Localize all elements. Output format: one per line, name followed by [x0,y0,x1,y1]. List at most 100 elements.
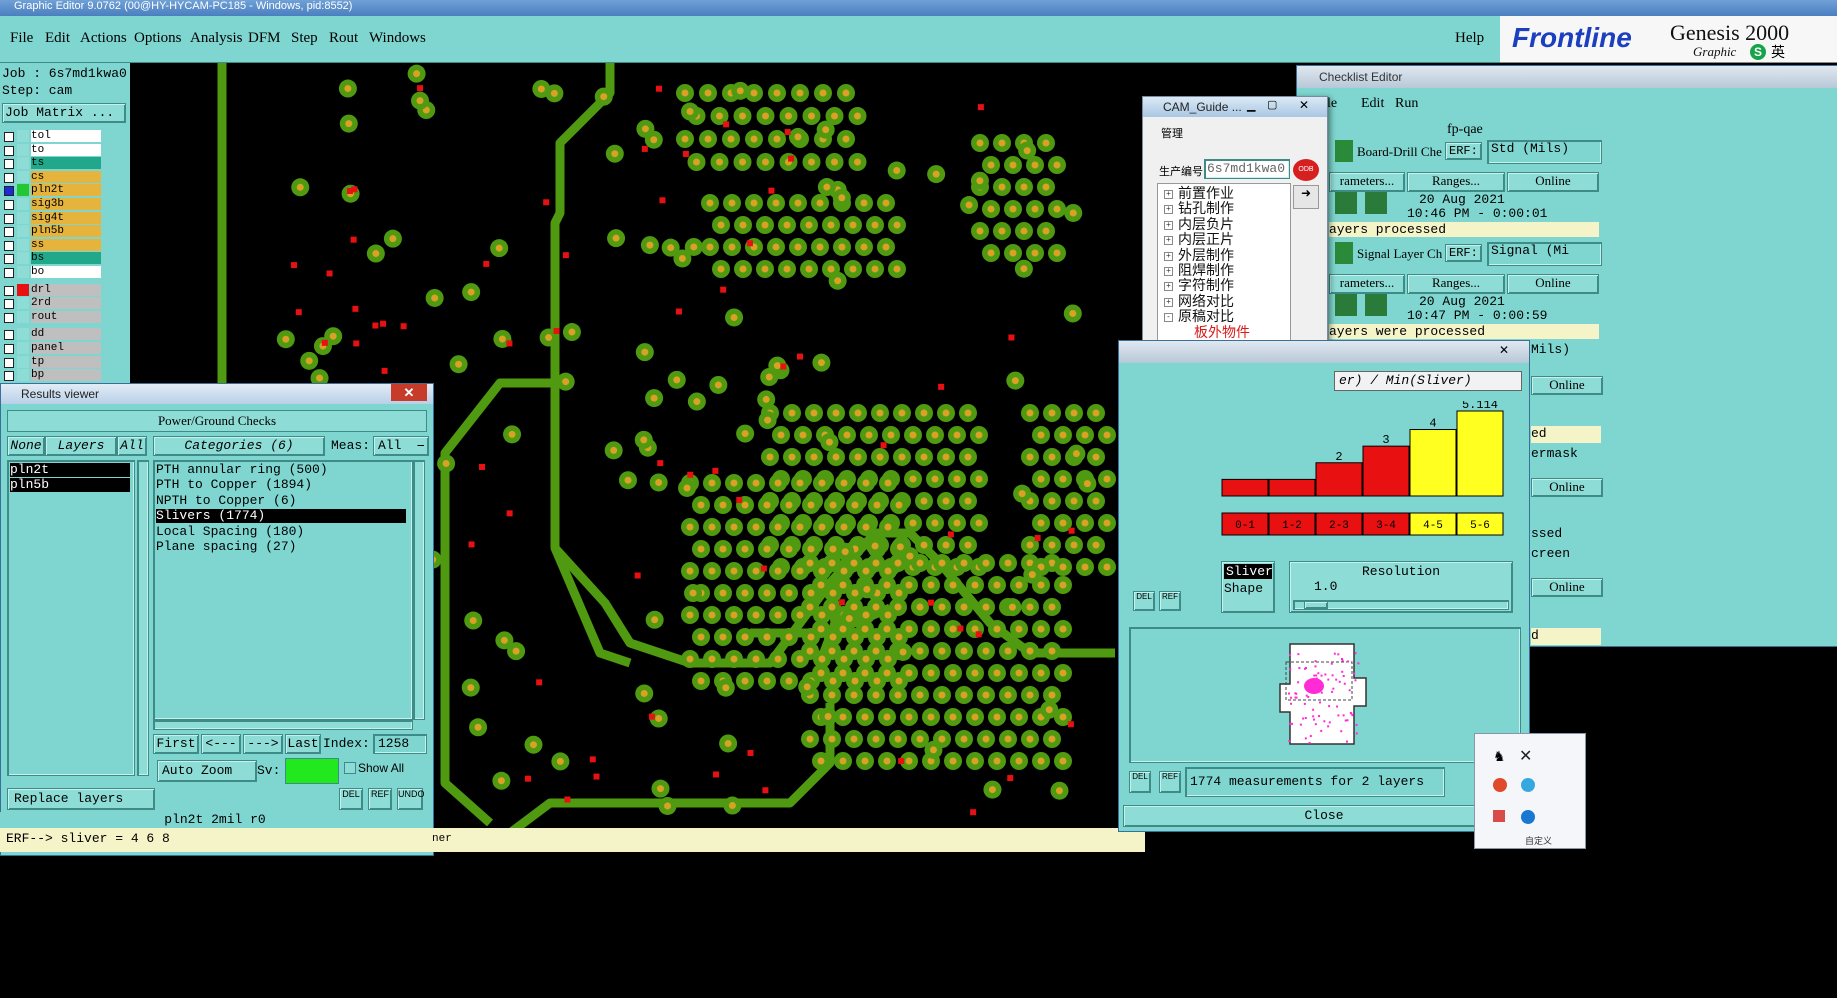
online-button[interactable]: Online [1531,578,1603,597]
ranges-button[interactable]: Ranges... [1407,172,1505,192]
layer-label[interactable]: dd [31,328,101,341]
cam-job-input[interactable]: 6s7md1kwa0 [1204,159,1290,179]
layer-row[interactable]: tp [2,355,102,369]
layer-row[interactable]: panel [2,342,102,355]
layer-row[interactable]: pln5b [2,225,102,238]
layer-row[interactable]: sig4t [2,211,102,225]
tree-item[interactable]: 钻孔制作 [1178,201,1234,217]
tray-icon-6[interactable] [1521,810,1535,824]
tree-item[interactable]: 阻焊制作 [1178,263,1234,279]
tree-item[interactable]: 前置作业 [1178,186,1234,202]
tray-icon-4[interactable] [1521,778,1535,792]
none-button[interactable]: None [7,436,45,456]
erf-value[interactable]: Std (Mils) [1487,140,1602,164]
layer-row[interactable]: ss [2,238,102,252]
ime-lang[interactable]: 英 [1771,42,1785,62]
tree-expand-icon[interactable]: - [1164,313,1173,323]
layers-button[interactable]: Layers [45,436,117,456]
tree-item[interactable]: 内层正片 [1178,232,1234,248]
layer-scrollbar[interactable] [137,460,149,776]
menu-actions[interactable]: Actions [80,30,127,47]
hist-ref-icon[interactable]: REF [1159,591,1181,611]
tree-item[interactable]: 内层负片 [1178,217,1234,233]
layer-label[interactable]: to [31,143,101,156]
layer-checkbox[interactable] [4,159,14,170]
layer-label[interactable]: tp [31,355,101,368]
layer-label[interactable]: ts [31,157,101,170]
layer-checkbox[interactable] [4,145,14,156]
online-button[interactable]: Online [1531,376,1603,395]
checklist-item[interactable]: Signal Layer Ch ERF: Signal (Mi rameters...… [1297,240,1837,340]
tree-subitem[interactable]: 板外物件 [1194,325,1250,341]
online-button[interactable]: Online [1507,274,1599,294]
ime-badge-icon[interactable]: S [1750,44,1766,60]
menu-edit[interactable]: Edit [45,30,70,47]
close-icon[interactable]: ✕ [391,384,427,401]
layer-label[interactable]: sig4t [31,211,101,224]
layer-checkbox[interactable] [4,227,14,238]
minimize-icon[interactable]: ▁ [1247,99,1255,112]
menu-options[interactable]: Options [134,30,182,47]
ref-icon[interactable]: REF [368,788,392,810]
tree-expand-icon[interactable]: + [1164,220,1173,230]
run-icon[interactable] [1365,192,1387,214]
tree-expand-icon[interactable]: + [1164,267,1173,276]
last-button[interactable]: Last [285,734,321,754]
layer-label[interactable]: pln5b [31,225,101,238]
tree-expand-icon[interactable]: + [1164,251,1173,261]
layer-checkbox[interactable] [4,200,14,210]
layer-checkbox[interactable] [4,330,14,341]
layer-checkbox[interactable] [4,312,14,323]
layer-row[interactable]: pln2t [2,184,102,197]
cam-menu[interactable]: 管理 [1161,125,1183,141]
layer-label[interactable]: bs [31,252,101,265]
layer-row[interactable]: dd [2,328,102,341]
layer-checkbox[interactable] [4,268,14,278]
tree-item[interactable]: 网络对比 [1178,294,1234,310]
layer-label[interactable]: rout [31,310,101,323]
tree-expand-icon[interactable]: + [1164,190,1173,199]
layer-label[interactable]: sig3b [31,198,101,210]
show-all-checkbox[interactable] [344,762,356,774]
layer-row[interactable]: bo [2,266,102,279]
layer-label[interactable]: bp [31,369,101,382]
del-icon[interactable]: DEL [339,788,363,810]
category-list[interactable]: PTH annular ring (500) PTH to Copper (189… [153,460,413,720]
checklist-menu-item[interactable]: Edit [1361,96,1384,112]
layer-checkbox[interactable] [4,371,14,382]
layer-label[interactable]: cs [31,170,101,183]
checklist-menu-item[interactable]: le [1327,96,1337,112]
first-button[interactable]: First [153,734,199,754]
odb-icon[interactable]: ODB [1293,159,1319,181]
menu-file[interactable]: File [10,30,33,47]
meas-select[interactable]: All ⎯ [373,436,429,456]
layer-row[interactable]: to [2,143,102,157]
tree-item[interactable]: 字符制作 [1178,278,1234,294]
layer-checkbox[interactable] [4,240,14,251]
results-layer-list[interactable]: pln2t pln5b [7,460,135,776]
layer-row[interactable]: 2rd [2,297,102,310]
parameters-button[interactable]: rameters... [1329,274,1405,294]
layer-row[interactable]: rout [2,310,102,324]
tree-expand-icon[interactable]: + [1164,297,1173,307]
resolution-slider[interactable] [1293,600,1509,610]
category-item[interactable]: Local Spacing (180) [156,524,406,539]
run-icon[interactable] [1335,192,1357,214]
menu-step[interactable]: Step [291,30,318,47]
erf-value[interactable]: Signal (Mi [1487,242,1602,266]
layer-checkbox[interactable] [4,299,14,310]
layer-label[interactable]: 2rd [31,297,101,310]
undo-icon[interactable]: UNDO [397,788,425,810]
tray-icon-5[interactable] [1493,810,1505,822]
mini-del-icon[interactable]: DEL [1129,771,1151,793]
ranges-button[interactable]: Ranges... [1407,274,1505,294]
category-item[interactable]: Plane spacing (27) [156,540,406,554]
layer-row[interactable]: drl [2,283,102,297]
layer-checkbox[interactable] [4,172,14,183]
layer-row[interactable]: sig3b [2,198,102,211]
layer-checkbox[interactable] [4,254,14,265]
menu-windows[interactable]: Windows [369,30,426,47]
layer-checkbox[interactable] [4,132,14,142]
layer-row[interactable]: ts [2,157,102,170]
layer-checkbox[interactable] [4,285,14,296]
